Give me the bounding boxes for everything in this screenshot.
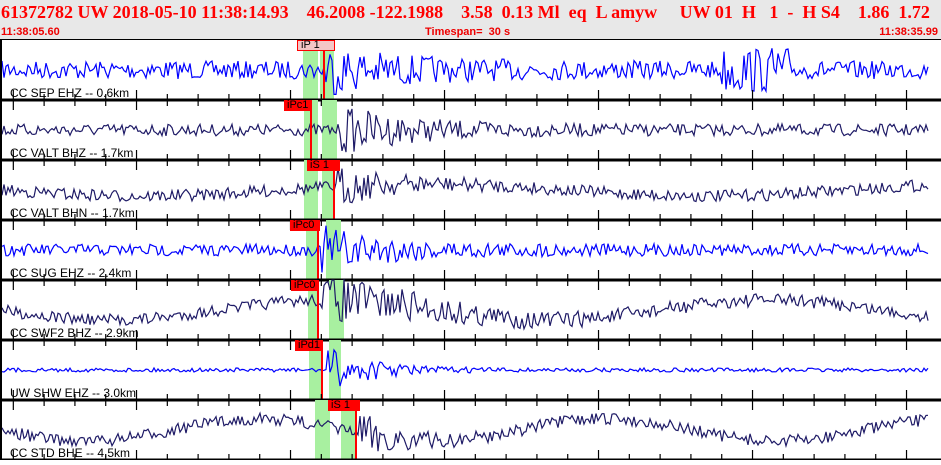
pick-label[interactable]: iP 1: [297, 40, 335, 51]
trace-label: CC VALT BHN -- 1.7km: [10, 206, 135, 220]
pick-window: [329, 280, 344, 340]
seismogram-trace[interactable]: [1, 411, 929, 452]
waveform-svg[interactable]: [0, 39, 941, 465]
pick-label[interactable]: iS 1: [307, 160, 340, 171]
trace-label: CC SWF2 BHZ -- 2.9km: [10, 326, 139, 340]
event-header: 61372782 UW 2018-05-10 11:38:14.93 46.20…: [0, 0, 941, 39]
start-time: 11:38:05.60: [1, 26, 60, 38]
seismogram-trace[interactable]: [1, 48, 929, 96]
pick-label[interactable]: iPd1: [295, 340, 322, 351]
seismogram-trace[interactable]: [1, 225, 929, 273]
trace-label: CC SUG EHZ -- 2.4km: [10, 266, 132, 280]
pick-label[interactable]: iPc0: [291, 280, 319, 291]
event-summary: 61372782 UW 2018-05-10 11:38:14.93 46.20…: [1, 2, 930, 22]
trace-label: CC STD BHE -- 4.5km: [10, 446, 131, 460]
seismogram-trace[interactable]: [1, 167, 929, 204]
seismogram-trace[interactable]: [1, 108, 929, 153]
trace-label: CC VALT BHZ -- 1.7km: [10, 146, 134, 160]
pick-label[interactable]: iS 1: [328, 400, 360, 411]
pick-label[interactable]: iPc1: [284, 100, 311, 111]
trace-label: CC SEP EHZ -- 0.6km: [10, 86, 130, 100]
seismogram-trace[interactable]: [1, 279, 929, 331]
end-time: 11:38:35.99: [879, 26, 938, 38]
trace-label: UW SHW EHZ -- 3.0km: [10, 386, 136, 400]
seismogram-trace[interactable]: [1, 348, 929, 387]
timespan: Timespan= 30 s: [425, 26, 511, 38]
pick-label[interactable]: iPc0: [290, 220, 320, 231]
waveform-panel[interactable]: iP 1 CC SEP EHZ -- 0.6km iPc1 CC VALT BHZ -…: [0, 39, 941, 465]
